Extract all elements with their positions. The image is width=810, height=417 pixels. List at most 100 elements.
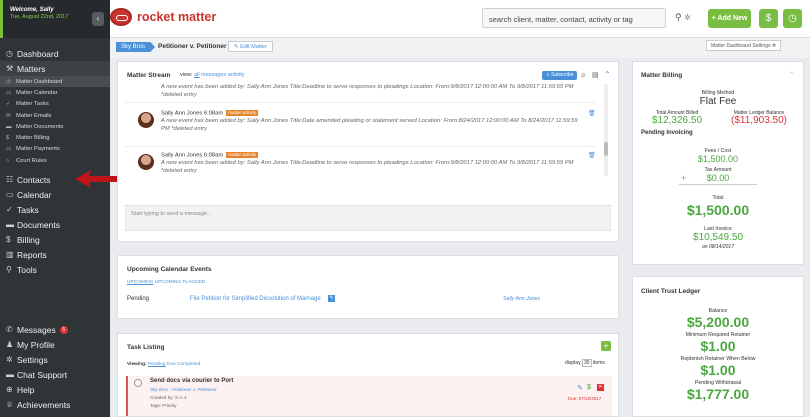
timer-button[interactable]: ◷ xyxy=(783,9,802,28)
clock-icon: ◷ xyxy=(6,49,13,58)
sidebar-item-label: Documents xyxy=(17,219,60,230)
edit-icon[interactable]: ✎ xyxy=(328,295,335,302)
sidebar-item-achievements[interactable]: ♕ Achievements xyxy=(0,397,110,412)
filter-messages[interactable]: messages xyxy=(201,72,226,78)
filter-pending[interactable]: Pending xyxy=(148,362,166,367)
clock-icon: ◷ xyxy=(6,78,11,85)
client-breadcrumb[interactable]: Sky Bros xyxy=(116,42,156,52)
entry-tag: matter activity xyxy=(226,110,258,116)
edit-matter-button[interactable]: ✎ Edit Matter xyxy=(228,41,273,52)
sidebar-item-label: Matter Payments xyxy=(16,146,60,153)
pencil-icon[interactable]: ✎ xyxy=(577,384,583,392)
search-icon[interactable]: ⚲ xyxy=(675,12,682,22)
sidebar-item-settings[interactable]: ✲ Settings xyxy=(0,352,110,367)
dollar-icon: $ xyxy=(6,235,11,245)
clock-icon: ◷ xyxy=(788,13,797,24)
secondary-nav: ✆ Messages 5 ♟ My Profile ✲ Settings ▬ Chat S… xyxy=(0,322,110,412)
matter-header: Sky Bros Petitioner v. Petitioner ✎ Edit… xyxy=(110,38,810,58)
sidebar-item-matter-dashboard[interactable]: ◷ Matter Dashboard xyxy=(0,76,110,88)
chevron-left-icon[interactable]: ‹ xyxy=(92,12,104,26)
sidebar-item-reports[interactable]: ▥ Reports xyxy=(0,247,110,262)
sidebar-item-documents[interactable]: ▬ Documents xyxy=(0,217,110,232)
sidebar-item-matter-payments[interactable]: ▭ Matter Payments xyxy=(0,144,110,155)
sidebar-item-matter-billing[interactable]: $ Matter Billing xyxy=(0,132,110,143)
task-matter[interactable]: Sky Bros : Petitioner v. Petitioner xyxy=(150,387,217,392)
task-tags: Tags: Priority xyxy=(150,403,177,408)
divider xyxy=(679,184,757,185)
delete-icon[interactable]: ✕ xyxy=(597,384,604,391)
bell-icon: ♫ xyxy=(546,72,550,78)
sidebar-item-help[interactable]: ⊕ Help xyxy=(0,382,110,397)
task-complete-checkbox[interactable] xyxy=(134,379,142,387)
brand-logo[interactable]: rocket matter xyxy=(110,8,216,26)
sidebar-item-matter-documents[interactable]: ▬ Matter Documents xyxy=(0,121,110,132)
last-invoice-date: on 08/14/2017 xyxy=(702,244,734,250)
display-count-select[interactable]: 30 xyxy=(581,359,592,367)
gear-icon[interactable]: ✲ xyxy=(684,13,691,22)
event-title-link[interactable]: File Petition for Simplified Dissolution… xyxy=(190,296,321,302)
entry-text: A new event has been added by: Sally Ann… xyxy=(161,160,574,174)
filter-due[interactable]: Due xyxy=(167,362,176,367)
add-new-button[interactable]: + Add New xyxy=(708,9,751,28)
sidebar-item-my-profile[interactable]: ♟ My Profile xyxy=(0,337,110,352)
calendar-icon: ▭ xyxy=(6,89,12,96)
phone-icon: ✆ xyxy=(6,325,13,334)
stream-scrollbar[interactable] xyxy=(604,84,608,176)
viewing-label: Viewing: xyxy=(127,362,147,367)
sidebar-item-billing[interactable]: $ Billing xyxy=(0,232,110,247)
paperclip-icon[interactable]: ⌀ xyxy=(581,71,585,79)
chart-icon: ▥ xyxy=(6,250,14,260)
task-due: Due: 07/18/2017 xyxy=(568,396,602,401)
people-icon: ☷ xyxy=(6,175,14,185)
export-icon[interactable]: ▤ xyxy=(592,71,599,79)
brand-name: rocket matter xyxy=(137,10,217,24)
filter-completed[interactable]: Completed xyxy=(177,362,200,367)
sidebar-item-court-rules[interactable]: ⌂ Court Rules xyxy=(0,155,110,166)
chevron-up-icon[interactable]: ⌃ xyxy=(604,70,611,79)
global-search-input[interactable]: search client, matter, contact, activity… xyxy=(482,8,666,28)
stream-divider xyxy=(124,102,596,103)
sidebar-item-matter-tasks[interactable]: ✓ Matter Tasks xyxy=(0,99,110,110)
chevron-up-icon[interactable]: ⌃ xyxy=(789,71,794,78)
sidebar-item-label: Matter Tasks xyxy=(16,101,49,108)
filter-all[interactable]: all xyxy=(194,72,200,78)
scrollbar-thumb[interactable] xyxy=(604,142,608,156)
sidebar-item-matters[interactable]: ⚒ Matters xyxy=(0,61,110,76)
dollar-circle-icon[interactable]: $ xyxy=(587,384,591,391)
matter-title: Petitioner v. Petitioner xyxy=(158,43,227,50)
tab-upcoming[interactable]: UPCOMING xyxy=(127,280,153,285)
tab-upcoming-flagged[interactable]: UPCOMING FLAGGED xyxy=(155,280,206,285)
sidebar-item-label: Calendar xyxy=(17,189,52,200)
event-person[interactable]: Sally Ann Jones xyxy=(503,296,540,302)
subscribe-button[interactable]: ♫ Subscribe xyxy=(542,71,578,80)
sidebar-item-tasks[interactable]: ✓ Tasks xyxy=(0,202,110,217)
last-invoice-value: $10,549.50 xyxy=(692,232,744,243)
add-task-button[interactable]: + xyxy=(601,341,611,351)
sidebar-item-label: Matter Billing xyxy=(16,135,50,142)
matter-dashboard-settings-button[interactable]: Matter Dashboard Settings ✲ xyxy=(706,40,782,51)
sidebar-item-label: Billing xyxy=(17,234,40,245)
sidebar-item-label: Matter Documents xyxy=(16,123,64,130)
sidebar-item-dashboard[interactable]: ◷ Dashboard xyxy=(0,46,110,61)
sidebar-item-messages[interactable]: ✆ Messages 5 xyxy=(0,322,110,337)
sidebar-item-matter-emails[interactable]: ✉ Matter Emails xyxy=(0,110,110,121)
task-title[interactable]: Send docs via courier to Port xyxy=(150,378,233,384)
entry-author[interactable]: Sally Ann Jones xyxy=(161,111,202,117)
trash-icon[interactable]: 🗑 xyxy=(588,152,596,159)
entry-author-line: Sally Ann Jones 6:08am matter activity xyxy=(161,110,258,117)
trash-icon[interactable]: 🗑 xyxy=(588,110,596,117)
calendar-tabs: UPCOMING UPCOMING FLAGGED xyxy=(127,280,205,285)
filter-activity[interactable]: activity xyxy=(228,72,245,78)
sidebar-item-chat-support[interactable]: ▬ Chat Support xyxy=(0,367,110,382)
sidebar-item-tools[interactable]: ⚲ Tools xyxy=(0,262,110,277)
matter-stream-panel: Matter Stream view: all messages activit… xyxy=(117,61,619,242)
sidebar-item-label: My Profile xyxy=(17,339,55,350)
pending-invoicing-label: Pending Invoicing xyxy=(641,130,693,136)
task-item[interactable]: Send docs via courier to Port Sky Bros :… xyxy=(126,376,612,416)
trophy-icon: ♕ xyxy=(6,400,14,409)
stream-entry: Sally Ann Jones 6:08am matter activity A … xyxy=(124,106,596,144)
sidebar-item-matter-calendar[interactable]: ▭ Matter Calendar xyxy=(0,87,110,98)
entry-author[interactable]: Sally Ann Jones xyxy=(161,153,202,159)
dollar-button[interactable]: $ xyxy=(759,9,778,28)
message-input[interactable]: Start typing to send a message... xyxy=(125,205,611,231)
